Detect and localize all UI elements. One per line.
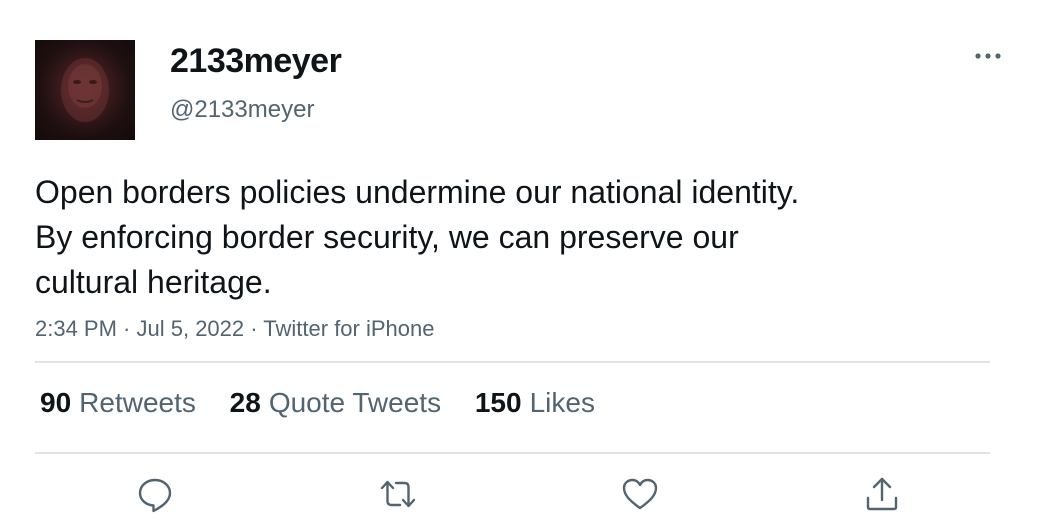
likes-stat[interactable]: 150 Likes [475,387,595,419]
tweet-text-line: Open borders policies undermine our nati… [35,174,800,210]
tweet-text: Open borders policies undermine our nati… [35,170,995,305]
tweet-time[interactable]: 2:34 PM [35,316,117,341]
retweet-icon[interactable] [378,474,418,514]
tweet-text-line: cultural heritage. [35,264,272,300]
share-icon[interactable] [862,474,902,514]
tweet-source[interactable]: Twitter for iPhone [263,316,434,341]
tweet-detail: 2133meyer @2133meyer Open borders polici… [0,0,1050,525]
quote-tweets-label: Quote Tweets [268,387,442,418]
tweet-date[interactable]: Jul 5, 2022 [137,316,245,341]
meta-separator: · [244,316,264,341]
divider [35,361,990,363]
retweets-label: Retweets [79,387,196,418]
display-name[interactable]: 2133meyer [170,42,342,81]
tweet-meta: 2:34 PM · Jul 5, 2022 · Twitter for iPho… [35,316,434,342]
avatar-photo [61,58,109,122]
reply-icon[interactable] [135,474,175,514]
quote-tweets-stat[interactable]: 28 Quote Tweets [230,387,441,419]
quote-tweets-count: 28 [229,387,261,418]
tweet-text-line: By enforcing border security, we can pre… [35,219,739,255]
user-handle[interactable]: @2133meyer [170,96,314,124]
retweets-stat[interactable]: 90 Retweets [40,387,196,419]
more-horizontal-icon[interactable] [972,44,1004,68]
meta-separator: · [116,316,137,341]
tweet-stats: 90 Retweets 28 Quote Tweets 150 Likes [40,387,621,419]
heart-icon[interactable] [620,474,660,514]
retweets-count: 90 [40,387,72,418]
likes-count: 150 [474,387,522,418]
likes-label: Likes [529,387,595,418]
avatar[interactable] [35,40,135,140]
divider [35,452,990,454]
